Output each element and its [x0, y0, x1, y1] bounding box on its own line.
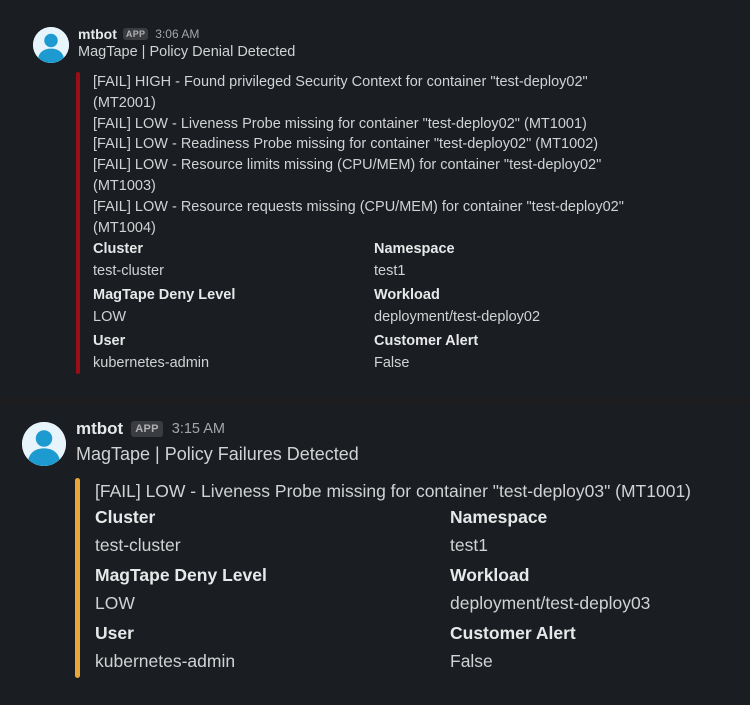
field-value: LOW [95, 593, 135, 613]
attachment-fields: Cluster test-cluster Namespace test1 Mag… [93, 239, 733, 377]
field-label: Namespace [374, 241, 455, 258]
message-header: mtbot APP 3:06 AM [78, 25, 199, 43]
app-badge: APP [131, 421, 163, 437]
attachment-body: [FAIL] HIGH - Found privileged Security … [93, 72, 733, 377]
sender-name[interactable]: mtbot [78, 26, 117, 42]
field-workload: Workload deployment/test-deploy03 [450, 562, 740, 620]
message-title: MagTape | Policy Denial Detected [78, 44, 296, 60]
field-value: deployment/test-deploy03 [450, 593, 651, 613]
fail-line: [FAIL] LOW - Readiness Probe missing for… [93, 136, 599, 153]
field-user: User kubernetes-admin [95, 620, 450, 678]
field-label: Customer Alert [450, 623, 576, 643]
field-deny-level: MagTape Deny Level LOW [95, 562, 450, 620]
field-value: test-cluster [95, 535, 181, 555]
user-avatar-icon [33, 27, 69, 63]
attachment-fields: Cluster test-cluster Namespace test1 Mag… [95, 504, 745, 678]
fail-line: [FAIL] HIGH - Found privileged Security … [93, 74, 588, 111]
field-label: MagTape Deny Level [95, 565, 267, 585]
attachment: [FAIL] HIGH - Found privileged Security … [76, 72, 736, 374]
field-value: test-cluster [93, 263, 164, 280]
field-label: Cluster [95, 507, 156, 527]
fail-line: [FAIL] LOW - Liveness Probe missing for … [93, 115, 587, 132]
field-cluster: Cluster test-cluster [93, 239, 374, 285]
timestamp[interactable]: 3:15 AM [172, 421, 225, 437]
fail-line: [FAIL] LOW - Resource limits missing (CP… [93, 157, 602, 194]
field-label: Workload [450, 565, 530, 585]
attachment-color-bar [75, 478, 80, 678]
field-customer-alert: Customer Alert False [450, 620, 740, 678]
field-customer-alert: Customer Alert False [374, 331, 654, 377]
field-namespace: Namespace test1 [450, 504, 740, 562]
field-workload: Workload deployment/test-deploy02 [374, 285, 654, 331]
field-label: Cluster [93, 241, 143, 258]
field-deny-level: MagTape Deny Level LOW [93, 285, 374, 331]
field-namespace: Namespace test1 [374, 239, 654, 285]
field-value: test1 [450, 535, 488, 555]
attachment-body: [FAIL] LOW - Liveness Probe missing for … [95, 478, 745, 678]
field-label: Workload [374, 287, 440, 304]
app-badge: APP [122, 28, 149, 40]
field-value: LOW [93, 309, 127, 326]
field-user: User kubernetes-admin [93, 331, 374, 377]
field-label: Namespace [450, 507, 548, 527]
avatar[interactable] [22, 422, 66, 466]
field-label: Customer Alert [374, 333, 479, 350]
message-header: mtbot APP 3:15 AM [76, 418, 225, 440]
attachment: [FAIL] LOW - Liveness Probe missing for … [75, 478, 745, 678]
user-avatar-icon [22, 422, 66, 466]
sender-name[interactable]: mtbot [76, 419, 123, 439]
field-cluster: Cluster test-cluster [95, 504, 450, 562]
fail-line: [FAIL] LOW - Resource requests missing (… [93, 198, 624, 236]
field-value: kubernetes-admin [95, 651, 236, 671]
field-value: test1 [374, 263, 406, 280]
fail-line: [FAIL] LOW - Liveness Probe missing for … [95, 481, 692, 501]
attachment-color-bar [76, 72, 80, 374]
timestamp[interactable]: 3:06 AM [155, 27, 199, 41]
message-title: MagTape | Policy Failures Detected [76, 444, 359, 464]
field-value: False [450, 651, 493, 671]
field-value: deployment/test-deploy02 [374, 309, 541, 326]
avatar[interactable] [33, 27, 69, 63]
field-label: User [93, 333, 126, 350]
field-value: kubernetes-admin [93, 355, 210, 372]
field-label: User [95, 623, 134, 643]
field-value: False [374, 355, 410, 372]
field-label: MagTape Deny Level [93, 287, 236, 304]
